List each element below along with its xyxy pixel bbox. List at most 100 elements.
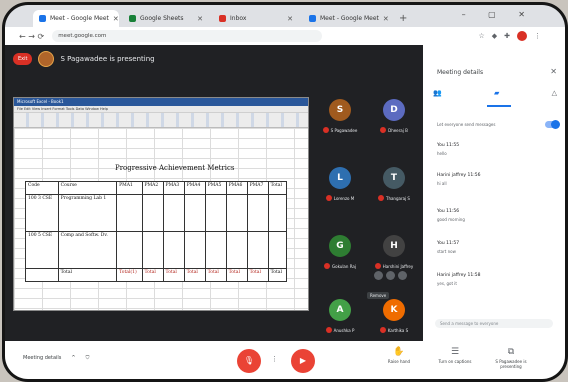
browser-tab[interactable]: Meet - Google Meet ✕ bbox=[33, 10, 119, 27]
participant-avatar: K bbox=[383, 299, 405, 321]
column-header: PMA2 bbox=[141, 181, 164, 195]
column-header: PMA3 bbox=[162, 181, 185, 195]
address-bar-row: ← → ⟳ meet.google.com ☆ ◆ ✚ ⋮ bbox=[5, 27, 565, 45]
participant-name: Thangaraj S bbox=[386, 195, 410, 201]
sheets-favicon-icon bbox=[129, 15, 136, 22]
participant-tile[interactable]: L Lorenzo M bbox=[317, 163, 363, 215]
participant-name-row: Anushka P bbox=[317, 327, 363, 333]
chat-message-input[interactable]: Send a message to everyone bbox=[435, 319, 553, 328]
presenting-button[interactable]: ⧉ S Pagawadee is presenting bbox=[489, 347, 533, 369]
table-cell bbox=[116, 194, 143, 232]
spreadsheet-menu: File Edit View Insert Format Tools Data … bbox=[14, 106, 308, 113]
total-row: Total Total(1) Total Total Total Total T… bbox=[25, 268, 288, 282]
participant-name-row: Lorenzo M bbox=[317, 195, 363, 201]
total-cell: Total bbox=[183, 268, 206, 282]
more-icon[interactable] bbox=[398, 271, 407, 280]
close-icon[interactable]: ✕ bbox=[550, 67, 557, 76]
table-cell bbox=[225, 231, 248, 269]
message-sender: Harini jaffrey 11:58 bbox=[437, 273, 481, 278]
spreadsheet-window-title: Microsoft Excel - Book1 bbox=[14, 98, 308, 106]
mic-off-icon bbox=[378, 195, 384, 201]
profile-avatar[interactable] bbox=[517, 31, 527, 41]
hand-icon: ✋ bbox=[393, 347, 405, 357]
message-sender: You 11:55 bbox=[437, 143, 460, 148]
table-cell bbox=[246, 194, 269, 232]
participant-tile[interactable]: S S Pagawadee bbox=[317, 95, 363, 147]
column-header: Code bbox=[25, 181, 59, 195]
participant-name: Dheeraj B bbox=[388, 127, 408, 133]
new-tab-button[interactable]: + bbox=[393, 13, 413, 27]
total-cell: Total bbox=[225, 268, 248, 282]
meet-favicon-icon bbox=[39, 15, 46, 22]
total-cell: Total(1) bbox=[116, 268, 143, 282]
participant-avatar: S bbox=[329, 99, 351, 121]
mic-off-icon bbox=[379, 327, 386, 333]
navigation-icons[interactable]: ← → ⟳ bbox=[19, 32, 44, 41]
mic-toggle-button[interactable]: 🎙 bbox=[237, 349, 261, 373]
meeting-details-button[interactable]: Meeting details ^ ⛉ bbox=[23, 355, 89, 361]
participant-name: Gokulan Raj bbox=[332, 263, 356, 269]
participant-tile[interactable]: K Karthika S bbox=[371, 295, 417, 347]
browser-tab[interactable]: Meet - Google Meet ✕ bbox=[303, 10, 389, 27]
column-header: PMA1 bbox=[116, 181, 143, 195]
participant-name: Harshini Jaffrey bbox=[382, 263, 414, 269]
browser-tab[interactable]: Inbox ✕ bbox=[213, 10, 299, 27]
tab-chat[interactable]: ▰ bbox=[494, 89, 499, 97]
close-tab-icon[interactable]: ✕ bbox=[197, 15, 203, 23]
message-text: hello bbox=[437, 151, 447, 156]
extension-icon[interactable]: ◆ bbox=[492, 32, 497, 40]
message-sender: Harini jaffrey 11:56 bbox=[437, 173, 481, 178]
raise-hand-label: Raise hand bbox=[387, 359, 411, 364]
chat-message: Harini jaffrey 11:58 yes, got it bbox=[437, 273, 557, 286]
tab-label: Meet - Google Meet bbox=[320, 15, 379, 22]
message-sender: You 11:57 bbox=[437, 241, 460, 246]
browser-tab[interactable]: Google Sheets ✕ bbox=[123, 10, 209, 27]
tab-activities[interactable]: △ bbox=[552, 89, 557, 97]
camera-toggle-button[interactable]: ▶ bbox=[291, 349, 315, 373]
shield-icon[interactable]: ⛉ bbox=[86, 355, 90, 361]
pin-icon[interactable] bbox=[374, 271, 383, 280]
table-cell bbox=[204, 194, 227, 232]
participant-name: S Pagawadee bbox=[330, 127, 358, 133]
table-cell bbox=[162, 231, 185, 269]
close-tab-icon[interactable]: ✕ bbox=[113, 15, 119, 23]
puzzle-icon[interactable]: ✚ bbox=[504, 32, 510, 40]
captions-button[interactable]: ☰ Turn on captions bbox=[433, 347, 477, 364]
participant-tile[interactable]: D Dheeraj B bbox=[371, 95, 417, 147]
code-cell: 100 5 CSE bbox=[25, 231, 59, 269]
participant-name: Karthika S bbox=[387, 327, 409, 333]
participant-tile[interactable]: A Anushka P bbox=[317, 295, 363, 347]
window-controls[interactable]: – ▢ ✕ bbox=[462, 10, 535, 19]
exit-presentation-button[interactable]: Exit bbox=[13, 53, 33, 65]
monitor-frame: Meet - Google Meet ✕ Google Sheets ✕ Inb… bbox=[2, 2, 568, 382]
chat-permission-toggle[interactable] bbox=[545, 120, 560, 129]
url-input[interactable]: meet.google.com bbox=[52, 30, 323, 42]
star-icon[interactable]: ☆ bbox=[478, 32, 484, 40]
participant-tile[interactable]: T Thangaraj S bbox=[371, 163, 417, 215]
table-cell bbox=[225, 194, 248, 232]
toggle-label: Let everyone send messages bbox=[437, 122, 496, 127]
raise-hand-button[interactable]: ✋ Raise hand bbox=[377, 347, 421, 364]
more-options-icon[interactable]: ⋮ bbox=[271, 355, 278, 363]
table-cell bbox=[116, 231, 143, 269]
presenter-chip: Exit S Pagawadee is presenting bbox=[13, 51, 155, 67]
participant-name: Anushka P bbox=[333, 327, 355, 333]
presenting-label: S Pagawadee is presenting bbox=[495, 359, 527, 369]
tab-label: Inbox bbox=[230, 15, 247, 22]
tab-people[interactable]: 👥 bbox=[433, 89, 442, 97]
table-cell bbox=[162, 194, 185, 232]
close-tab-icon[interactable]: ✕ bbox=[287, 15, 293, 23]
kebab-menu-icon[interactable]: ⋮ bbox=[534, 32, 541, 40]
tooltip: Remove bbox=[367, 292, 390, 299]
participant-avatar: T bbox=[383, 167, 405, 189]
chat-message: Harini jaffrey 11:56 hi all bbox=[437, 173, 557, 186]
side-panel: Meeting details ✕ 👥 ▰ △ Let everyone sen… bbox=[423, 45, 565, 341]
mail-favicon-icon bbox=[219, 15, 226, 22]
close-tab-icon[interactable]: ✕ bbox=[383, 15, 389, 23]
mute-icon[interactable] bbox=[386, 271, 395, 280]
table-cell bbox=[267, 194, 288, 232]
table-header-row: Code Course PMA1 PMA2 PMA3 PMA4 PMA5 PMA… bbox=[25, 181, 288, 195]
participant-avatar: G bbox=[329, 235, 351, 257]
table-row: 100 5 CSE Comp and Softw. Dv. bbox=[25, 231, 288, 269]
participant-tile[interactable]: G Gokulan Raj bbox=[317, 231, 363, 283]
